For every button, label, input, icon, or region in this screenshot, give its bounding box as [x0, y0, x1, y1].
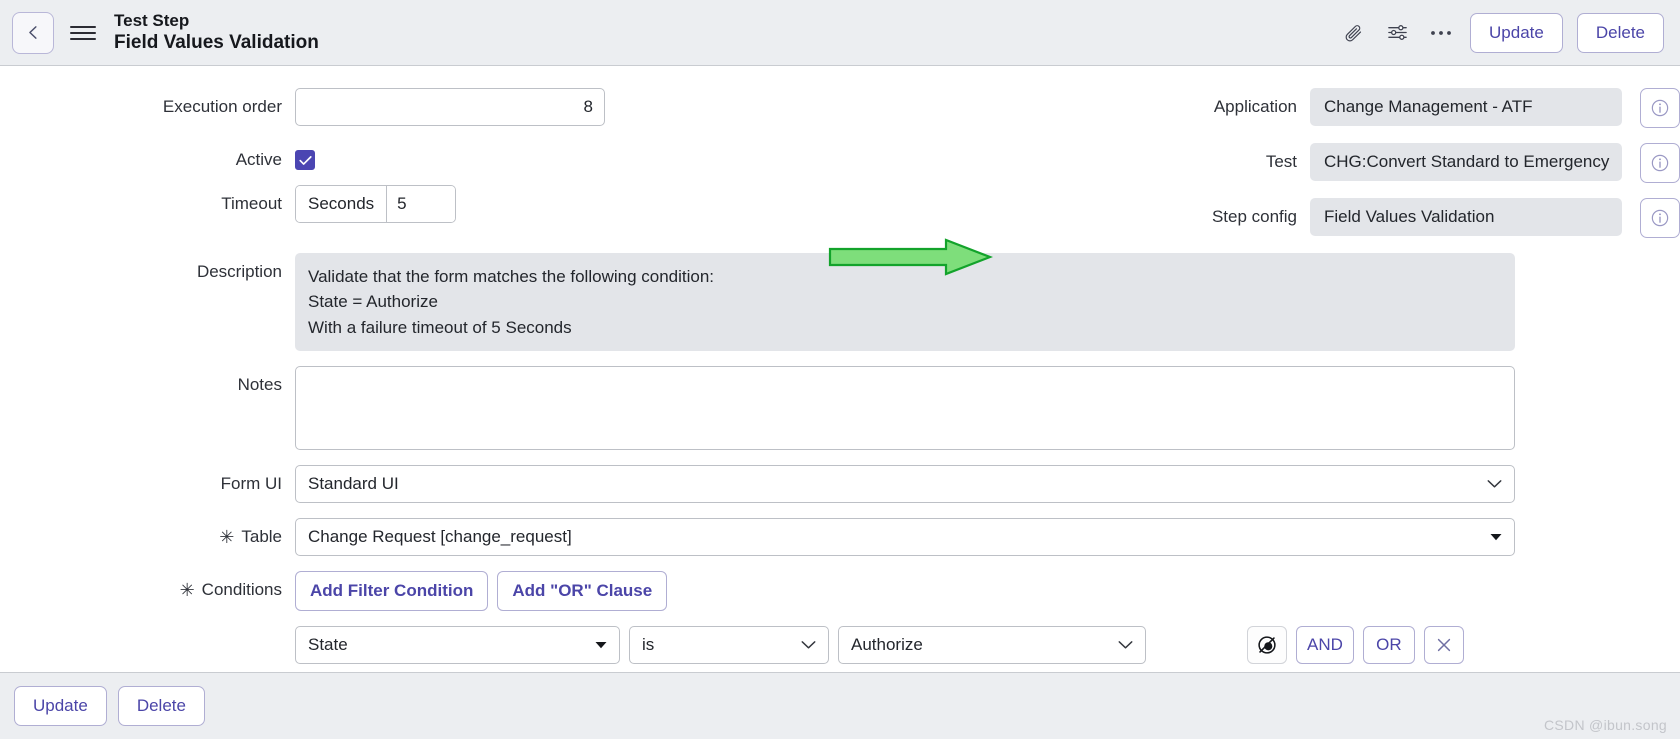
filter-field-value: State: [308, 634, 348, 654]
chevron-down-icon: [1487, 480, 1502, 488]
form-column-left: Execution order 8 Active Timeout Seconds…: [0, 88, 840, 253]
test-value: CHG:Convert Standard to Emergency: [1310, 143, 1622, 181]
page-footer: Update Delete CSDN @ibun.song: [0, 672, 1680, 739]
active-checkbox[interactable]: [295, 150, 315, 170]
filter-operator-value: is: [642, 634, 655, 654]
form-ui-value: Standard UI: [308, 473, 399, 493]
footer-delete-button[interactable]: Delete: [117, 686, 205, 726]
timeout-label: Timeout: [221, 194, 282, 213]
step-config-value: Field Values Validation: [1310, 198, 1622, 236]
info-icon: [1651, 99, 1669, 117]
filter-value-select[interactable]: Authorize: [838, 625, 1146, 664]
filter-and-button[interactable]: AND: [1296, 625, 1354, 664]
triangle-down-icon: [595, 641, 607, 649]
execution-order-label: Execution order: [162, 97, 282, 116]
add-or-clause-button[interactable]: Add "OR" Clause: [497, 570, 668, 611]
field-description: Description Validate that the form match…: [0, 253, 1515, 351]
footer-update-button[interactable]: Update: [14, 686, 107, 726]
application-value: Change Management - ATF: [1310, 88, 1622, 126]
filter-field-select[interactable]: State: [295, 625, 620, 664]
timeout-value-input[interactable]: 5: [387, 186, 456, 222]
description-line-2: State = Authorize: [308, 292, 438, 312]
conditions-required-marker: ✳: [179, 579, 195, 600]
description-value: Validate that the form matches the follo…: [295, 253, 1515, 351]
page-header: Test Step Field Values Validation Update…: [0, 0, 1680, 66]
conditions-label-text: Conditions: [201, 579, 282, 599]
execution-order-input[interactable]: 8: [295, 88, 605, 126]
notes-input[interactable]: [295, 365, 1515, 450]
step-config-label: Step config: [1211, 207, 1297, 226]
timeout-group: Seconds 5: [295, 185, 457, 223]
form-ui-select[interactable]: Standard UI: [295, 464, 1515, 503]
chevron-down-icon: [1118, 641, 1133, 649]
add-filter-condition-button[interactable]: Add Filter Condition: [295, 570, 489, 611]
filter-or-button[interactable]: OR: [1362, 625, 1415, 664]
filter-value-text: Authorize: [851, 634, 923, 654]
chevron-left-icon: [28, 26, 37, 39]
filter-condition-row: State is Authorize AND OR: [295, 625, 1515, 664]
conditions-label: ✳ Conditions: [0, 571, 295, 601]
table-select[interactable]: Change Request [change_request]: [295, 517, 1515, 556]
step-config-info-button[interactable]: [1640, 198, 1680, 238]
filter-row-actions: AND OR: [1247, 625, 1464, 664]
header-delete-button[interactable]: Delete: [1576, 12, 1664, 53]
form-body: Execution order 8 Active Timeout Seconds…: [0, 66, 1680, 672]
table-required-marker: ✳: [219, 526, 235, 547]
field-conditions: ✳ Conditions Add Filter Condition Add "OR…: [0, 570, 1515, 664]
description-line-1: Validate that the form matches the follo…: [308, 267, 715, 286]
application-label: Application: [1213, 97, 1297, 116]
attachment-button[interactable]: [1338, 18, 1368, 48]
form-columns: Execution order 8 Active Timeout Seconds…: [0, 88, 1680, 253]
chevron-down-icon: [801, 641, 816, 649]
info-icon: [1651, 154, 1669, 172]
dynamic-filter-button[interactable]: [1247, 625, 1287, 664]
test-info-button[interactable]: [1640, 143, 1680, 183]
notes-label: Notes: [237, 374, 282, 394]
triangle-down-icon: [1490, 533, 1502, 541]
hamburger-icon[interactable]: [70, 19, 96, 47]
ellipsis-icon: [1431, 30, 1451, 35]
filter-operator-select[interactable]: is: [629, 625, 829, 664]
page-title: Test Step Field Values Validation: [114, 11, 1338, 55]
field-execution-order: Execution order 8: [0, 88, 840, 126]
conditions-buttons: Add Filter Condition Add "OR" Clause: [295, 570, 1515, 611]
watermark: CSDN @ibun.song: [1544, 717, 1667, 733]
description-line-3: With a failure timeout of 5 Seconds: [308, 317, 572, 337]
field-timeout: Timeout Seconds 5: [0, 185, 840, 223]
close-icon: [1437, 638, 1451, 652]
form-column-right: Application Change Management - ATF Test…: [840, 88, 1680, 253]
table-label: ✳ Table: [0, 518, 295, 548]
page-title-kicker: Test Step: [114, 10, 190, 30]
info-icon: [1651, 209, 1669, 227]
description-label: Description: [196, 262, 282, 281]
header-actions: Update Delete: [1338, 12, 1664, 53]
test-step-form-page: Test Step Field Values Validation Update…: [0, 0, 1680, 739]
field-form-ui: Form UI Standard UI: [0, 464, 1515, 503]
form-ui-label: Form UI: [220, 473, 282, 493]
back-button[interactable]: [12, 11, 54, 54]
filter-remove-button[interactable]: [1423, 625, 1464, 664]
active-label: Active: [235, 150, 282, 169]
dynamic-filter-icon: [1258, 636, 1276, 654]
field-test: Test CHG:Convert Standard to Emergency: [840, 143, 1680, 183]
timeout-unit-select[interactable]: Seconds: [296, 186, 388, 222]
field-application: Application Change Management - ATF: [840, 88, 1680, 128]
field-table: ✳ Table Change Request [change_request]: [0, 517, 1515, 556]
personalize-form-button[interactable]: [1382, 18, 1412, 48]
field-notes: Notes: [0, 365, 1515, 450]
test-label: Test: [1265, 152, 1297, 171]
page-title-main: Field Values Validation: [114, 32, 319, 54]
header-update-button[interactable]: Update: [1470, 12, 1563, 53]
sliders-icon: [1387, 25, 1407, 40]
table-value: Change Request [change_request]: [308, 526, 572, 546]
check-icon: [298, 155, 312, 165]
field-step-config: Step config Field Values Validation: [840, 198, 1680, 238]
application-info-button[interactable]: [1640, 88, 1680, 128]
more-actions-button[interactable]: [1426, 18, 1456, 48]
table-label-text: Table: [241, 526, 282, 546]
paperclip-icon: [1345, 25, 1361, 42]
field-active: Active: [0, 141, 840, 170]
